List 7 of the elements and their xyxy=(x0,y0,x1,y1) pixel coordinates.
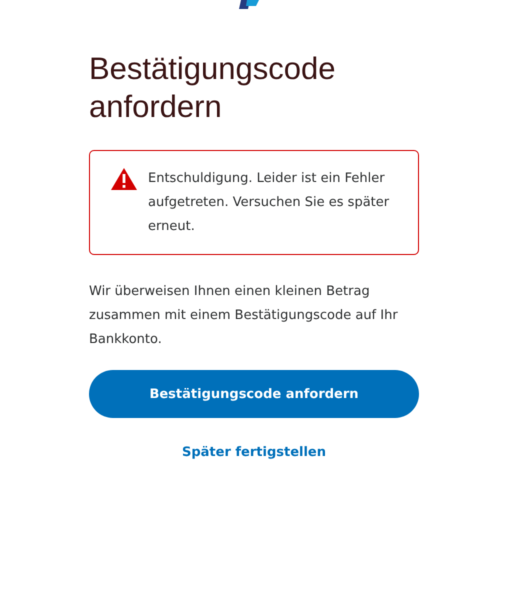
description-text: Wir überweisen Ihnen einen kleinen Betrag zusammen mit einem Bestätigungscode auf Ihr Bankkonto. xyxy=(89,283,399,349)
error-message: Entschuldigung. Leider ist ein Fehler aufgetreten. Versuchen Sie es später erneut. xyxy=(148,170,390,236)
logo-icon xyxy=(238,0,260,9)
finish-later-link[interactable]: Später fertigstellen xyxy=(182,445,326,460)
warning-icon xyxy=(110,167,138,191)
page-title: Bestätigungscode anfordern xyxy=(89,50,336,126)
request-code-button[interactable]: Bestätigungscode anfordern xyxy=(89,370,419,418)
